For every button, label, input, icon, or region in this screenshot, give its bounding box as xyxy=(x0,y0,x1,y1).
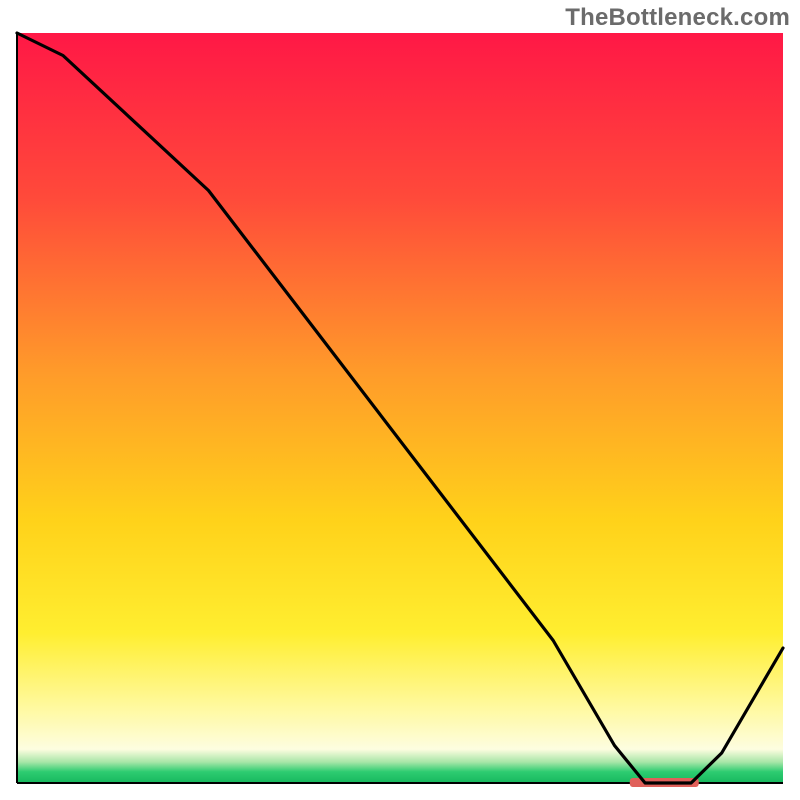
plot-background xyxy=(17,33,783,783)
chart-stage: TheBottleneck.com xyxy=(0,0,800,800)
watermark-label: TheBottleneck.com xyxy=(565,4,790,32)
bottleneck-chart xyxy=(0,0,800,800)
